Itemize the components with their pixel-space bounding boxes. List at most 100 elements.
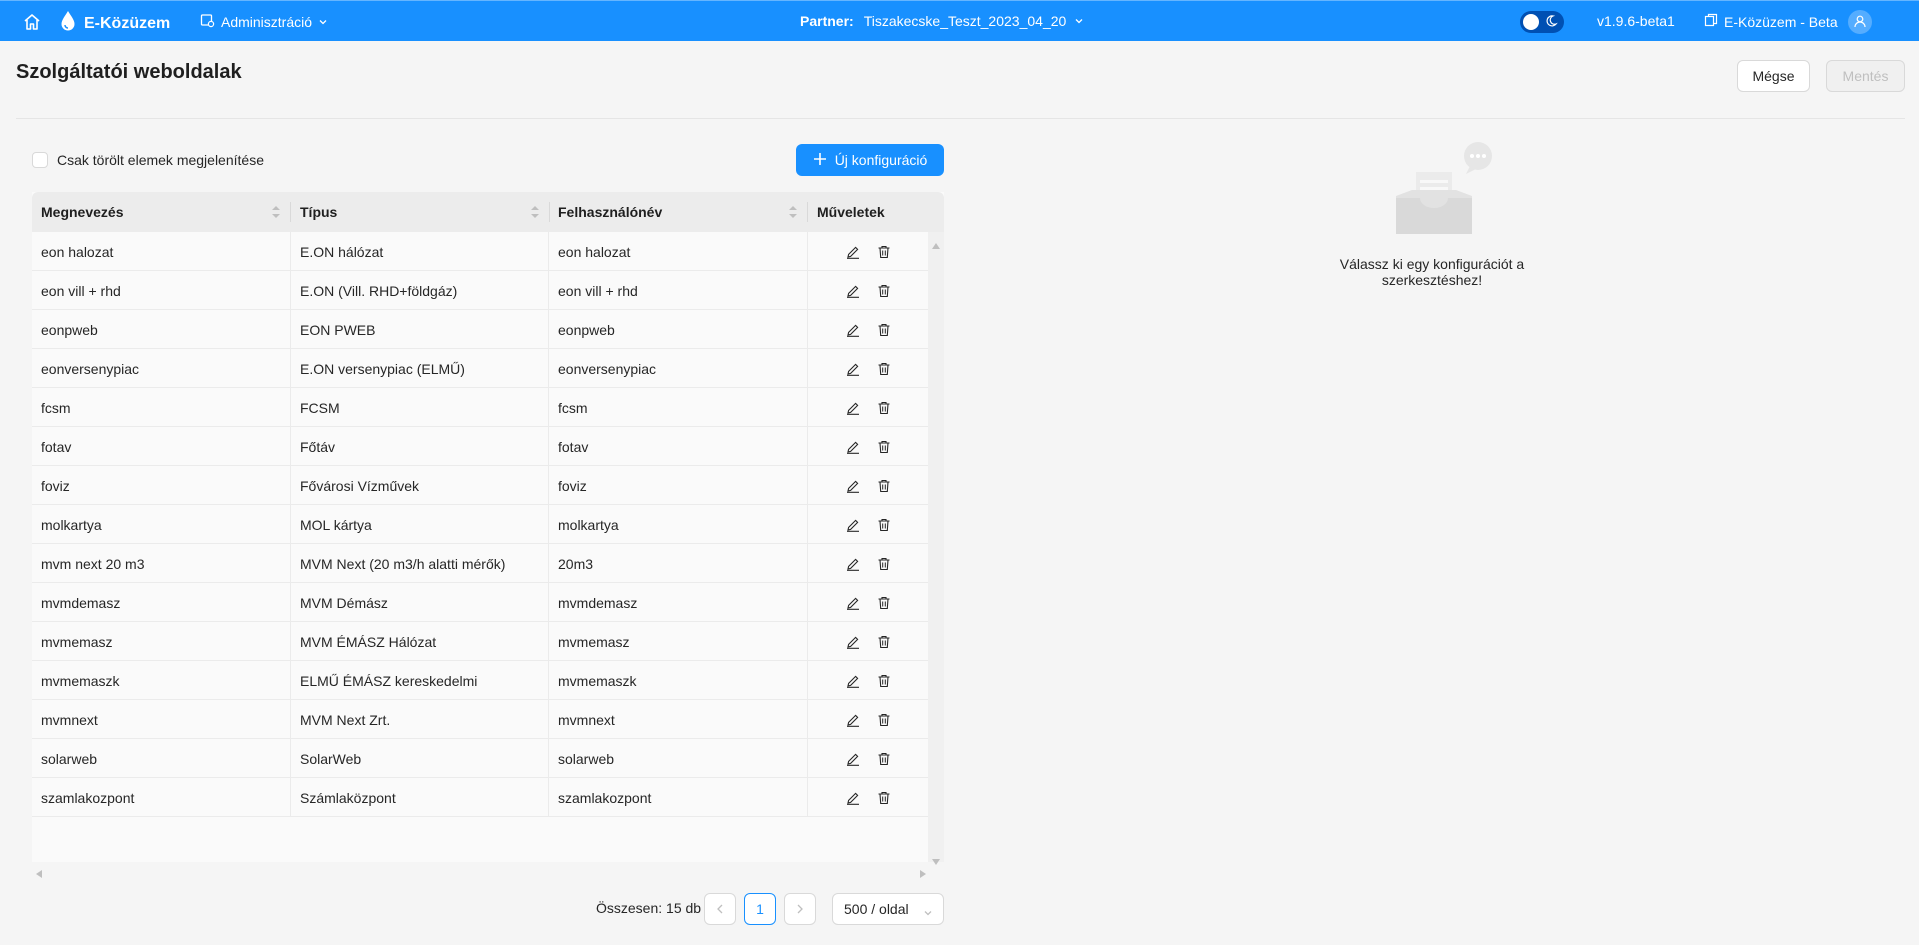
edit-icon[interactable] bbox=[845, 556, 861, 572]
next-page-button[interactable] bbox=[784, 893, 816, 925]
brand-name: E-Közüzem bbox=[84, 14, 171, 32]
delete-icon[interactable] bbox=[876, 400, 892, 416]
plus-icon bbox=[813, 152, 827, 169]
column-header-username[interactable]: Felhasználónév bbox=[549, 192, 807, 232]
moon-icon bbox=[1544, 14, 1558, 28]
user-icon bbox=[1853, 14, 1867, 31]
cell-username: 20m3 bbox=[549, 544, 808, 583]
edit-icon[interactable] bbox=[845, 712, 861, 728]
cell-actions bbox=[808, 622, 928, 661]
vertical-scrollbar[interactable] bbox=[928, 232, 944, 865]
cell-username: mvmdemasz bbox=[549, 583, 808, 622]
delete-icon[interactable] bbox=[876, 517, 892, 533]
table-row[interactable]: mvm next 20 m3 MVM Next (20 m3/h alatti m… bbox=[32, 544, 928, 583]
column-title: Típus bbox=[300, 204, 338, 220]
horizontal-scrollbar[interactable] bbox=[32, 862, 944, 878]
scroll-up-icon[interactable] bbox=[932, 236, 940, 249]
column-header-type[interactable]: Típus bbox=[291, 192, 549, 232]
cell-actions bbox=[808, 505, 928, 544]
scroll-down-icon[interactable] bbox=[932, 852, 940, 865]
cell-type: MVM Démász bbox=[291, 583, 549, 622]
table-row[interactable]: eon vill + rhd E.ON (Vill. RHD+földgáz) eo… bbox=[32, 271, 928, 310]
table-row[interactable]: mvmemaszk ELMŰ ÉMÁSZ kereskedelmi mvmemasz… bbox=[32, 661, 928, 700]
home-icon[interactable] bbox=[22, 12, 42, 32]
delete-icon[interactable] bbox=[876, 595, 892, 611]
delete-icon[interactable] bbox=[876, 283, 892, 299]
scroll-right-icon[interactable] bbox=[920, 865, 926, 878]
edit-icon[interactable] bbox=[845, 244, 861, 260]
edit-icon[interactable] bbox=[845, 283, 861, 299]
sort-icon[interactable] bbox=[789, 205, 797, 219]
page-number-button[interactable]: 1 bbox=[744, 893, 776, 925]
edit-icon[interactable] bbox=[845, 595, 861, 611]
cell-username: molkartya bbox=[549, 505, 808, 544]
top-navigation-bar: E-Közüzem Adminisztráció Partner: Tiszak… bbox=[0, 0, 1919, 41]
edit-icon[interactable] bbox=[845, 790, 861, 806]
checkbox-box[interactable] bbox=[32, 152, 48, 168]
partner-dropdown[interactable]: Tiszakecske_Teszt_2023_04_20 bbox=[864, 13, 1085, 29]
admin-menu-label: Adminisztráció bbox=[221, 14, 313, 30]
column-title: Műveletek bbox=[817, 204, 885, 220]
brand-logo[interactable]: E-Közüzem bbox=[60, 10, 170, 37]
sort-icon[interactable] bbox=[272, 205, 280, 219]
delete-icon[interactable] bbox=[876, 673, 892, 689]
table-row[interactable]: foviz Fővárosi Vízművek foviz bbox=[32, 466, 928, 505]
previous-page-button[interactable] bbox=[704, 893, 736, 925]
cancel-button[interactable]: Mégse bbox=[1737, 60, 1810, 92]
table-row[interactable]: fotav Főtáv fotav bbox=[32, 427, 928, 466]
delete-icon[interactable] bbox=[876, 751, 892, 767]
environment-selector[interactable]: E-Közüzem - Beta bbox=[1704, 13, 1838, 30]
table-row[interactable]: fcsm FCSM fcsm bbox=[32, 388, 928, 427]
edit-icon[interactable] bbox=[845, 322, 861, 338]
show-deleted-label: Csak törölt elemek megjelenítése bbox=[57, 152, 264, 168]
table-row[interactable]: mvmemasz MVM ÉMÁSZ Hálózat mvmemasz bbox=[32, 622, 928, 661]
table-row[interactable]: solarweb SolarWeb solarweb bbox=[32, 739, 928, 778]
admin-menu[interactable]: Adminisztráció bbox=[200, 13, 328, 31]
table-row[interactable]: mvmnext MVM Next Zrt. mvmnext bbox=[32, 700, 928, 739]
new-configuration-button[interactable]: Új konfiguráció bbox=[796, 144, 944, 176]
cell-type: MVM Next Zrt. bbox=[291, 700, 549, 739]
chevron-right-icon bbox=[796, 901, 804, 917]
table-row[interactable]: mvmdemasz MVM Démász mvmdemasz bbox=[32, 583, 928, 622]
delete-icon[interactable] bbox=[876, 790, 892, 806]
show-deleted-checkbox[interactable]: Csak törölt elemek megjelenítése bbox=[32, 152, 264, 168]
delete-icon[interactable] bbox=[876, 244, 892, 260]
configurations-table: Megnevezés Típus Felhasználónév Művelete… bbox=[32, 192, 944, 878]
user-avatar[interactable] bbox=[1848, 10, 1872, 34]
table-row[interactable]: eon halozat E.ON hálózat eon halozat bbox=[32, 232, 928, 271]
delete-icon[interactable] bbox=[876, 361, 892, 377]
table-row[interactable]: szamlakozpont Számlaközpont szamlakozpont bbox=[32, 778, 928, 817]
scroll-left-icon[interactable] bbox=[36, 865, 42, 878]
delete-icon[interactable] bbox=[876, 322, 892, 338]
cell-name: mvm next 20 m3 bbox=[32, 544, 291, 583]
cell-username: szamlakozpont bbox=[549, 778, 808, 817]
edit-icon[interactable] bbox=[845, 751, 861, 767]
table-row[interactable]: molkartya MOL kártya molkartya bbox=[32, 505, 928, 544]
dark-mode-toggle[interactable] bbox=[1520, 11, 1564, 33]
cell-actions bbox=[808, 349, 928, 388]
cell-type: MVM ÉMÁSZ Hálózat bbox=[291, 622, 549, 661]
delete-icon[interactable] bbox=[876, 556, 892, 572]
delete-icon[interactable] bbox=[876, 634, 892, 650]
table-row[interactable]: eonversenypiac E.ON versenypiac (ELMŰ) eon… bbox=[32, 349, 928, 388]
delete-icon[interactable] bbox=[876, 439, 892, 455]
delete-icon[interactable] bbox=[876, 712, 892, 728]
edit-icon[interactable] bbox=[845, 478, 861, 494]
table-row[interactable]: eonpweb EON PWEB eonpweb bbox=[32, 310, 928, 349]
edit-icon[interactable] bbox=[845, 439, 861, 455]
cell-actions bbox=[808, 778, 928, 817]
page-size-select[interactable]: 500 / oldal bbox=[832, 893, 944, 925]
cell-username: eonversenypiac bbox=[549, 349, 808, 388]
column-header-name[interactable]: Megnevezés bbox=[32, 192, 290, 232]
save-button[interactable]: Mentés bbox=[1826, 60, 1905, 92]
delete-icon[interactable] bbox=[876, 478, 892, 494]
cell-type: E.ON hálózat bbox=[291, 232, 549, 271]
cell-name: mvmemasz bbox=[32, 622, 291, 661]
edit-icon[interactable] bbox=[845, 673, 861, 689]
edit-icon[interactable] bbox=[845, 400, 861, 416]
sort-icon[interactable] bbox=[531, 205, 539, 219]
edit-icon[interactable] bbox=[845, 634, 861, 650]
edit-icon[interactable] bbox=[845, 361, 861, 377]
cell-type: E.ON versenypiac (ELMŰ) bbox=[291, 349, 549, 388]
edit-icon[interactable] bbox=[845, 517, 861, 533]
